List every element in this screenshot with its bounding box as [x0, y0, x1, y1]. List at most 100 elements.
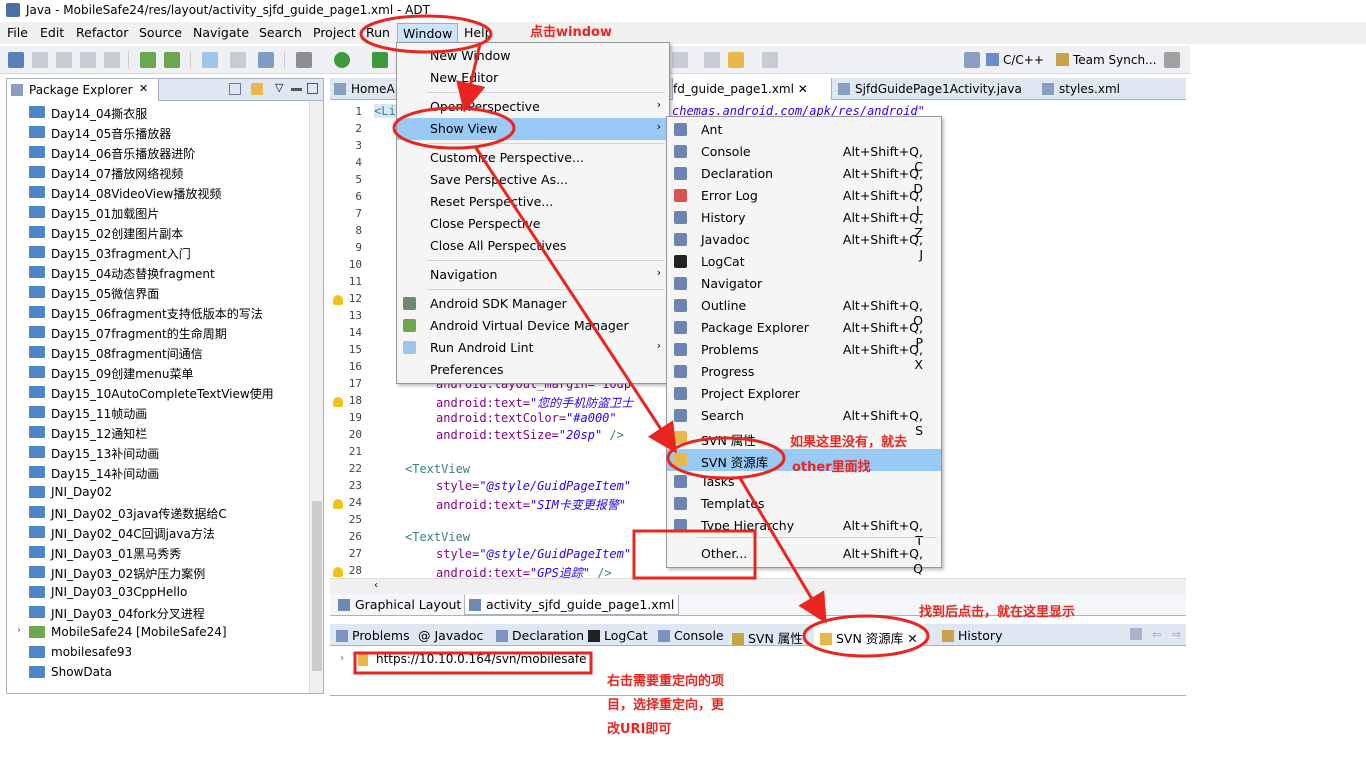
- menu-run[interactable]: Run: [366, 25, 390, 40]
- perspective-team-sync[interactable]: Team Synch...: [1056, 53, 1157, 67]
- tab-javadoc[interactable]: @ Javadoc: [418, 628, 483, 643]
- show-view-item-navigator[interactable]: Navigator: [667, 273, 941, 295]
- menu-window[interactable]: Window: [397, 23, 459, 44]
- editor-horizontal-scrollbar[interactable]: ‹: [330, 578, 1186, 594]
- package-explorer-scrollbar[interactable]: [309, 101, 323, 693]
- show-view-item-ant[interactable]: Ant: [667, 119, 941, 141]
- warning-icon[interactable]: [333, 499, 343, 509]
- warning-icon[interactable]: [333, 397, 343, 407]
- lint-icon[interactable]: [202, 52, 218, 68]
- save-icon[interactable]: [56, 52, 72, 68]
- tab-svn-properties[interactable]: SVN 属性: [732, 628, 803, 647]
- run-icon[interactable]: [334, 52, 350, 68]
- maximize-icon[interactable]: [307, 83, 318, 94]
- tab-declaration[interactable]: Declaration: [496, 628, 584, 643]
- show-view-item-progress[interactable]: Progress: [667, 361, 941, 383]
- menu-item-customize-perspective[interactable]: Customize Perspective...: [397, 147, 669, 169]
- forward-history-icon[interactable]: [672, 52, 688, 68]
- show-view-item-search[interactable]: Search Alt+Shift+Q, S: [667, 405, 941, 438]
- svn-repository-url[interactable]: https://10.10.0.164/svn/mobilesafe: [376, 652, 587, 666]
- dropdown-icon[interactable]: [32, 52, 48, 68]
- tab-console[interactable]: Console: [658, 628, 724, 643]
- scrollbar-thumb[interactable]: [312, 501, 322, 671]
- collapse-all-icon[interactable]: [229, 83, 241, 95]
- view-menu-icon[interactable]: ▽: [275, 81, 283, 94]
- show-view-item-javadoc[interactable]: Javadoc Alt+Shift+Q, J: [667, 229, 941, 262]
- android-sdk-icon[interactable]: [140, 52, 156, 68]
- menu-item-avd-manager[interactable]: Android Virtual Device Manager: [397, 315, 669, 337]
- print-icon[interactable]: [104, 52, 120, 68]
- tab-svn-repository[interactable]: SVN 资源库 ✕: [814, 624, 924, 646]
- warning-icon[interactable]: [333, 567, 343, 577]
- show-view-item-package-explorer[interactable]: Package Explorer Alt+Shift+Q, P: [667, 317, 941, 350]
- link-editor-icon[interactable]: [251, 83, 263, 95]
- menu-item-new-window[interactable]: New Window: [397, 45, 669, 67]
- menu-item-run-android-lint[interactable]: Run Android Lint ›: [397, 337, 669, 359]
- menu-item-android-sdk-manager[interactable]: Android SDK Manager: [397, 293, 669, 315]
- search-icon[interactable]: [258, 52, 274, 68]
- close-icon[interactable]: ✕: [907, 631, 917, 646]
- new-icon[interactable]: [8, 52, 24, 68]
- tab-problems[interactable]: Problems: [336, 628, 410, 643]
- expand-icon[interactable]: ›: [17, 625, 21, 636]
- menu-item-new-editor[interactable]: New Editor: [397, 67, 669, 89]
- run-tool-icon[interactable]: [372, 52, 388, 68]
- menu-item-preferences[interactable]: Preferences: [397, 359, 669, 381]
- forward-arrow-icon[interactable]: [762, 52, 778, 68]
- back-arrow-icon[interactable]: [728, 52, 744, 68]
- open-perspective-icon[interactable]: [964, 52, 980, 68]
- tab-package-explorer[interactable]: Package Explorer ✕: [7, 79, 159, 101]
- editor-tab-label: HomeA: [351, 82, 395, 96]
- editor-tab-guide-page1-xml[interactable]: fd_guide_page1.xml ✕: [672, 78, 832, 100]
- show-view-item-console[interactable]: Console Alt+Shift+Q, C: [667, 141, 941, 174]
- show-view-item-problems[interactable]: Problems Alt+Shift+Q, X: [667, 339, 941, 372]
- menu-file[interactable]: File: [7, 25, 28, 40]
- home-icon[interactable]: [1130, 628, 1142, 640]
- menu-refactor[interactable]: Refactor: [76, 25, 128, 40]
- scroll-left-icon[interactable]: ‹: [374, 580, 378, 591]
- close-icon[interactable]: ✕: [798, 82, 808, 96]
- avd-manager-icon[interactable]: [164, 52, 180, 68]
- forward-icon[interactable]: ⇨: [1172, 628, 1181, 641]
- show-view-item-logcat[interactable]: LogCat: [667, 251, 941, 273]
- menu-project[interactable]: Project: [313, 25, 356, 40]
- show-view-item-templates[interactable]: Templates: [667, 493, 941, 515]
- menu-item-save-perspective[interactable]: Save Perspective As...: [397, 169, 669, 191]
- show-view-item-outline[interactable]: Outline Alt+Shift+Q, O: [667, 295, 941, 328]
- menu-item-open-perspective[interactable]: Open Perspective ›: [397, 96, 669, 118]
- menu-source[interactable]: Source: [139, 25, 182, 40]
- expand-icon[interactable]: ›: [340, 653, 344, 664]
- close-icon[interactable]: ✕: [139, 82, 148, 95]
- perspective-cpp[interactable]: C/C++: [986, 53, 1044, 67]
- show-view-item-declaration[interactable]: Declaration Alt+Shift+Q, D: [667, 163, 941, 196]
- minimize-icon[interactable]: [291, 88, 302, 91]
- menu-item-reset-perspective[interactable]: Reset Perspective...: [397, 191, 669, 213]
- show-view-item-project-explorer[interactable]: Project Explorer: [667, 383, 941, 405]
- show-view-item-history[interactable]: History Alt+Shift+Q, Z: [667, 207, 941, 240]
- menu-help[interactable]: Help: [464, 25, 493, 40]
- save-all-icon[interactable]: [80, 52, 96, 68]
- show-view-item-type-hierarchy[interactable]: Type Hierarchy Alt+Shift+Q, T: [667, 515, 941, 548]
- debug-perspective-icon[interactable]: [1164, 52, 1180, 68]
- show-view-item-error-log[interactable]: Error Log Alt+Shift+Q, L: [667, 185, 941, 218]
- editor-tab-sjfd-activity[interactable]: SjfdGuidePage1Activity.java: [838, 78, 1022, 100]
- debug-icon[interactable]: [296, 52, 312, 68]
- menu-item-show-view[interactable]: Show View ›: [397, 118, 669, 140]
- show-view-item-other[interactable]: Other... Alt+Shift+Q, Q: [667, 543, 941, 576]
- warning-icon[interactable]: [333, 295, 343, 305]
- menu-item-close-perspective[interactable]: Close Perspective: [397, 213, 669, 235]
- menu-item-close-all-perspectives[interactable]: Close All Perspectives: [397, 235, 669, 257]
- tab-history[interactable]: History: [942, 628, 1002, 643]
- back-icon[interactable]: [704, 52, 720, 68]
- editor-tab-styles-xml[interactable]: styles.xml: [1042, 78, 1120, 100]
- tab-logcat[interactable]: LogCat: [588, 628, 648, 643]
- tab-xml-source[interactable]: activity_sjfd_guide_page1.xml: [464, 595, 680, 615]
- menu-item-navigation[interactable]: Navigation ›: [397, 264, 669, 286]
- tab-graphical-layout[interactable]: Graphical Layout: [338, 597, 461, 612]
- back-icon[interactable]: ⇦: [1152, 628, 1161, 641]
- menu-edit[interactable]: Edit: [40, 25, 64, 40]
- menu-navigate[interactable]: Navigate: [193, 25, 249, 40]
- menu-search[interactable]: Search: [259, 25, 302, 40]
- editor-tab-homeactivity[interactable]: HomeA: [334, 78, 404, 100]
- dropdown-icon[interactable]: [230, 52, 246, 68]
